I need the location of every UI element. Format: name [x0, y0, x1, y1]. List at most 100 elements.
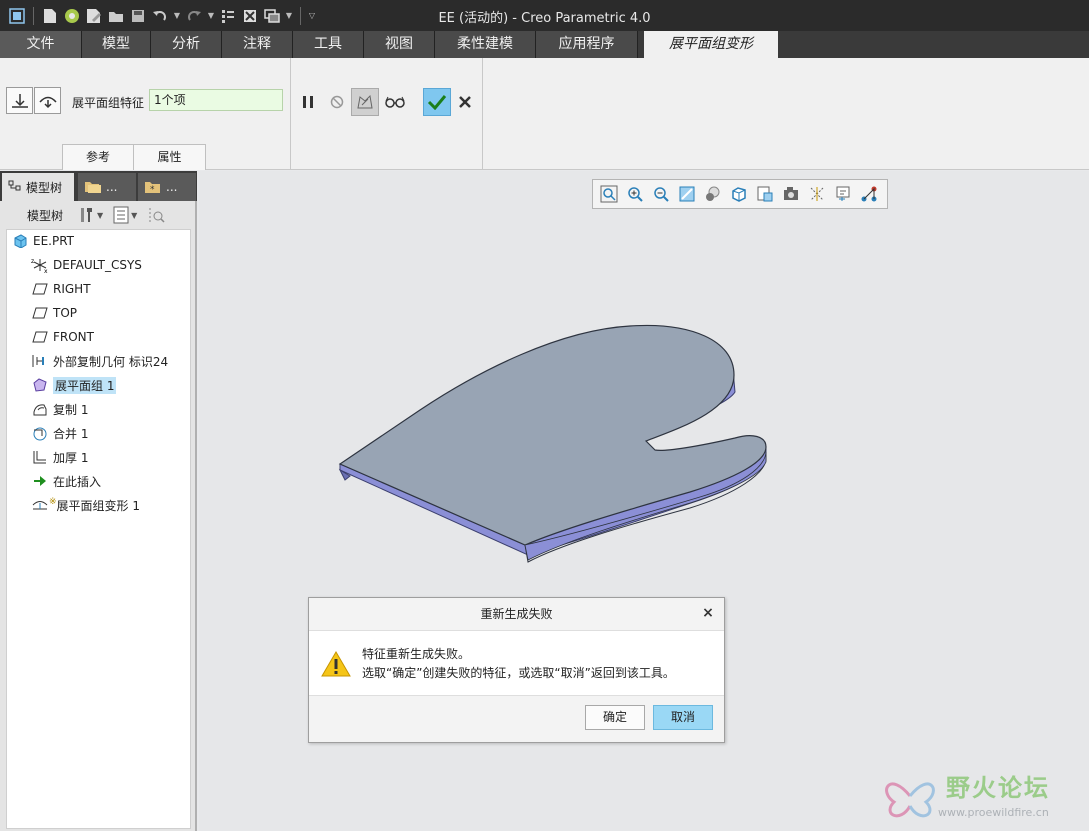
perspective-view-icon[interactable]: [779, 182, 803, 206]
tree-item[interactable]: EE.PRT: [11, 230, 74, 252]
watermark-title: 野火论坛: [946, 774, 1050, 802]
copy-surface-icon: [31, 400, 49, 418]
settings-dropdown-icon[interactable]: ▼: [97, 211, 103, 220]
datum-plane-icon: [31, 304, 49, 322]
cancel-feature-button[interactable]: [451, 88, 479, 116]
model-tree-toolbar-label: 模型树: [27, 208, 64, 223]
tab-view[interactable]: 视图: [364, 31, 435, 58]
check-icon: [427, 95, 447, 110]
spin-center-icon[interactable]: [857, 182, 881, 206]
tree-item-label: 加厚 1: [53, 450, 89, 465]
svg-text:x: x: [44, 268, 48, 274]
tree-item[interactable]: FRONT: [31, 326, 94, 348]
tree-item[interactable]: z x DEFAULT_CSYS: [31, 254, 142, 276]
tree-item[interactable]: 在此插入: [31, 470, 101, 492]
tab-analysis[interactable]: 分析: [151, 31, 222, 58]
flatten-curved-icon: [38, 96, 57, 108]
flatten-feature-collector[interactable]: 1个项: [149, 89, 283, 111]
saved-orientations-icon[interactable]: [727, 182, 751, 206]
ribbon-panel: 展平面组特征 1个项 参考 属性: [0, 58, 1089, 170]
tree-item[interactable]: 加厚 1: [31, 446, 88, 468]
annotation-display-icon[interactable]: [831, 182, 855, 206]
forum-watermark: 野火论坛 www.proewildfire.cn: [878, 764, 1084, 826]
ribbon-group-controls: [291, 58, 483, 170]
tab-favorites[interactable]: * ...: [138, 173, 196, 201]
search-tree-icon[interactable]: [147, 206, 165, 224]
title-bar: ▼ ▼ ▼ ▽ EE (活动的) - Creo Parametric 4.0: [0, 0, 1089, 31]
favorites-icon: *: [145, 182, 160, 194]
butterfly-logo-icon: [885, 782, 935, 818]
tab-annotate[interactable]: 注释: [222, 31, 293, 58]
tab-folder-browser-label: ...: [106, 180, 118, 194]
tab-flexible-modeling[interactable]: 柔性建模: [435, 31, 536, 58]
no-preview-icon: [330, 95, 344, 109]
tree-item-label: 在此插入: [53, 474, 102, 489]
view-manager-icon[interactable]: [753, 182, 777, 206]
tab-applications[interactable]: 应用程序: [536, 31, 638, 58]
zoom-in-icon[interactable]: [623, 182, 647, 206]
repaint-icon[interactable]: [675, 182, 699, 206]
glasses-icon: [385, 96, 405, 108]
flatten-down-icon: [11, 93, 28, 108]
window-title: EE (活动的) - Creo Parametric 4.0: [438, 11, 651, 26]
model-tree-icon: [8, 180, 21, 191]
tab-model[interactable]: 模型: [82, 31, 151, 58]
tree-item[interactable]: 外部复制几何 标识24: [31, 350, 168, 372]
tree-item-label: EE.PRT: [33, 234, 75, 248]
close-icon: [459, 96, 471, 108]
merge-icon: [31, 424, 49, 442]
tab-flatten-quilt-deform[interactable]: 展平面组变形: [644, 31, 778, 58]
svg-text:*: *: [150, 185, 155, 194]
svg-text:z: z: [31, 258, 34, 265]
folder-browser-icon: [85, 182, 101, 193]
ribbon-tabs: 文件 模型 分析 注释 工具 视图 柔性建模 应用程序 展平面组变形: [0, 31, 1089, 58]
ok-button[interactable]: [423, 88, 451, 116]
flatten-deform-icon: [31, 496, 49, 514]
zoom-out-icon[interactable]: [649, 182, 673, 206]
ok-button[interactable]: 确定: [585, 705, 645, 730]
settings-tools-icon[interactable]: [77, 206, 95, 224]
subtab-references[interactable]: 参考: [62, 144, 134, 170]
tree-item[interactable]: TOP: [31, 302, 77, 324]
tree-item[interactable]: 复制 1: [31, 398, 88, 420]
show-dropdown-icon[interactable]: ▼: [131, 211, 137, 220]
tab-file[interactable]: 文件: [0, 31, 82, 58]
subtab-properties[interactable]: 属性: [134, 144, 206, 170]
preview-button[interactable]: [351, 88, 379, 116]
tab-folder-browser[interactable]: ...: [78, 173, 136, 201]
model-tree-toolbar: 模型树 ▼ ▼: [0, 201, 197, 229]
tree-item[interactable]: RIGHT: [31, 278, 91, 300]
display-style-icon[interactable]: [701, 182, 725, 206]
thicken-icon: [31, 448, 49, 466]
verify-button[interactable]: [381, 88, 409, 116]
cancel-button[interactable]: 取消: [653, 705, 713, 730]
tree-item-label: 展平面组变形 1: [56, 498, 140, 513]
deform-mode-button-2[interactable]: [34, 87, 61, 114]
tree-item[interactable]: ※ 展平面组变形 1: [31, 494, 140, 516]
preview-geometry-icon: [357, 94, 373, 109]
flatten-feature-label: 展平面组特征: [72, 96, 145, 110]
pause-button[interactable]: [294, 88, 322, 116]
tree-item[interactable]: 合并 1: [31, 422, 88, 444]
tree-item-marker: ※: [49, 497, 57, 507]
tab-favorites-label: ...: [166, 180, 178, 194]
tree-item-label: DEFAULT_CSYS: [53, 258, 142, 272]
model-tree: EE.PRT z x DEFAULT_CSYS RIGHT TOP FRONT 外…: [6, 229, 191, 829]
datum-plane-icon: [31, 328, 49, 346]
tab-tools[interactable]: 工具: [293, 31, 364, 58]
tree-item-label: RIGHT: [53, 282, 91, 296]
refit-icon[interactable]: [597, 182, 621, 206]
dialog-title: 重新生成失败: [480, 607, 553, 621]
datum-display-icon[interactable]: [805, 182, 829, 206]
pause-icon: [303, 96, 313, 108]
close-icon[interactable]: ×: [700, 605, 716, 621]
tree-item-label: FRONT: [53, 330, 94, 344]
deform-mode-button-1[interactable]: [6, 87, 33, 114]
tree-item[interactable]: 展平面组 1: [31, 374, 117, 396]
navigator-tabs: 模型树 ... * ...: [0, 171, 197, 201]
graphics-view-toolbar: [592, 179, 888, 209]
no-preview-button[interactable]: [323, 88, 351, 116]
ribbon-group-references: 展平面组特征 1个项 参考 属性: [0, 58, 291, 170]
tab-model-tree[interactable]: 模型树: [2, 173, 74, 201]
show-options-icon[interactable]: [113, 206, 129, 224]
